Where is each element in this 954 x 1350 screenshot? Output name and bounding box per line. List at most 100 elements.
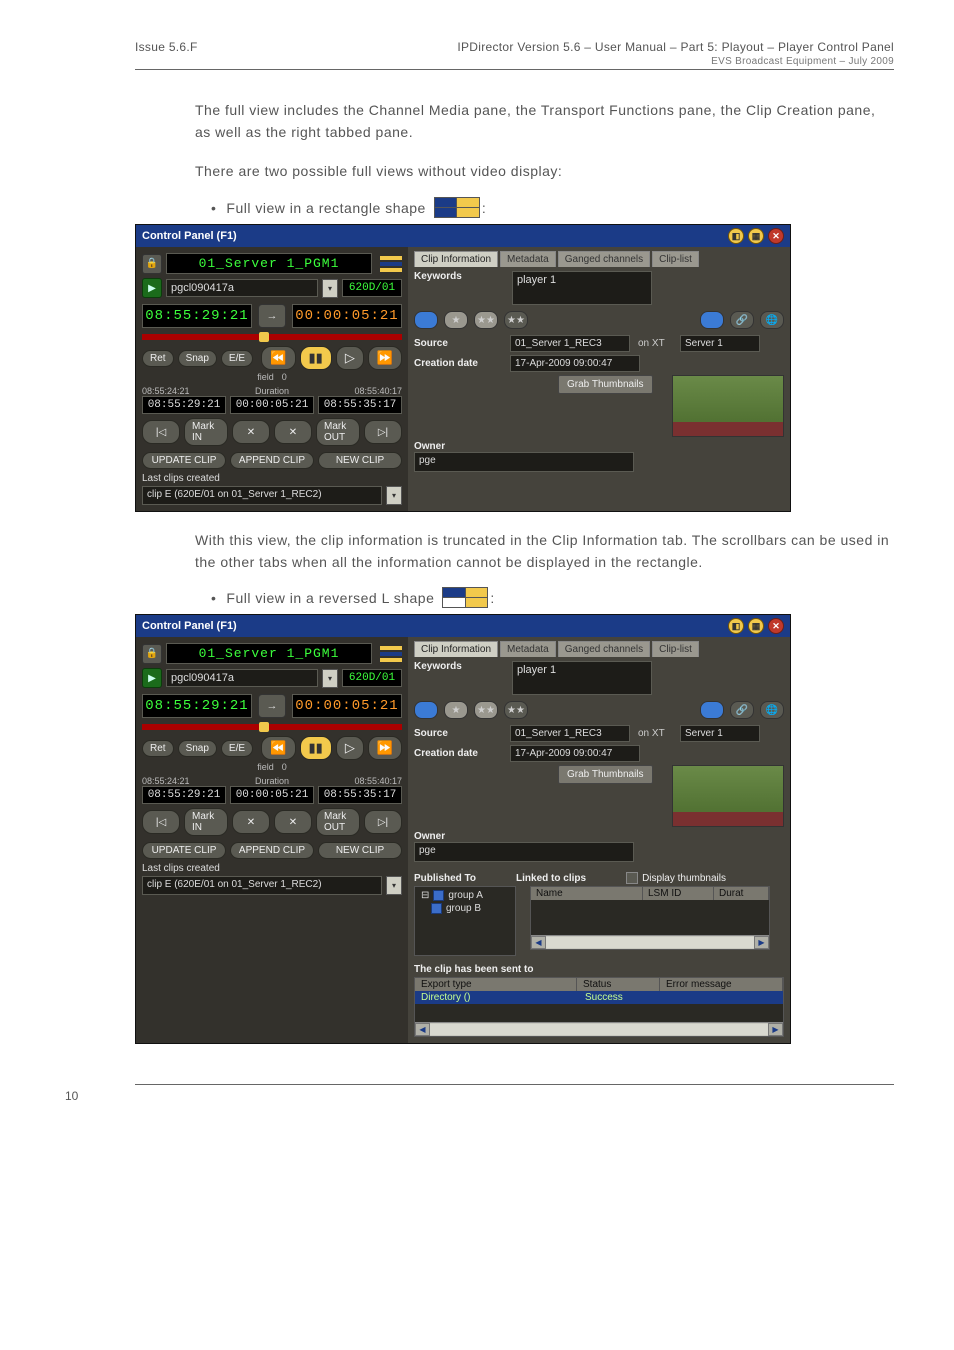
last-clip-dropdown[interactable]: ▾	[386, 486, 402, 505]
star2-icon[interactable]: ★★	[474, 701, 498, 719]
mark-out-button[interactable]: Mark OUT	[316, 808, 360, 836]
keywords-field[interactable]: player 1	[512, 271, 652, 305]
clear-out-button[interactable]: ✕	[274, 810, 312, 834]
update-clip-button[interactable]: UPDATE CLIP	[142, 452, 226, 469]
star-icon[interactable]: ★	[444, 311, 468, 329]
tab-cliplist[interactable]: Clip-list	[652, 251, 699, 267]
tab-ganged[interactable]: Ganged channels	[558, 641, 650, 657]
tab-metadata[interactable]: Metadata	[500, 641, 556, 657]
clip-type-icon[interactable]: ▶	[142, 668, 162, 688]
layout-icon-2[interactable]: ▦	[748, 228, 764, 244]
update-clip-button[interactable]: UPDATE CLIP	[142, 842, 226, 859]
ret-button[interactable]: Ret	[142, 740, 174, 757]
append-clip-button[interactable]: APPEND CLIP	[230, 452, 314, 469]
clear-out-button[interactable]: ✕	[274, 420, 312, 444]
col-lsm[interactable]: LSM ID	[643, 887, 714, 900]
tc-out-box[interactable]: 08:55:35:17	[318, 396, 402, 414]
last-clip-field[interactable]: clip E (620E/01 on 01_Server 1_REC2)	[142, 486, 382, 505]
mark-in-button[interactable]: Mark IN	[184, 418, 228, 446]
star3-icon[interactable]: ★★	[504, 311, 528, 329]
clip-name-field[interactable]: pgcl090417a	[166, 669, 318, 687]
scroll-right-icon[interactable]: ▶	[754, 936, 769, 949]
layout-bars-icon[interactable]	[380, 646, 402, 662]
goto-in-button[interactable]: |◁	[142, 420, 180, 444]
layout-icon-1[interactable]: ◧	[728, 618, 744, 634]
last-clip-dropdown[interactable]: ▾	[386, 876, 402, 895]
col-status[interactable]: Status	[577, 978, 660, 991]
tab-metadata[interactable]: Metadata	[500, 251, 556, 267]
mark-blue-icon[interactable]	[700, 311, 724, 329]
play-button[interactable]: ▷	[336, 346, 364, 370]
publish-tree[interactable]: ⊟group A group B	[414, 886, 516, 956]
last-clip-field[interactable]: clip E (620E/01 on 01_Server 1_REC2)	[142, 876, 382, 895]
tab-ganged[interactable]: Ganged channels	[558, 251, 650, 267]
goto-out-button[interactable]: ▷|	[364, 420, 402, 444]
grab-thumbnails-button[interactable]: Grab Thumbnails	[558, 375, 653, 394]
tc-in-box[interactable]: 08:55:29:21	[142, 396, 226, 414]
star2-icon[interactable]: ★★	[474, 311, 498, 329]
pause-button[interactable]: ▮▮	[300, 346, 332, 370]
link-icon[interactable]: 🔗	[730, 311, 754, 329]
display-thumbnails-checkbox[interactable]	[626, 872, 638, 884]
star-icon[interactable]: ★	[444, 701, 468, 719]
fast-forward-button[interactable]: ⏩	[368, 736, 402, 760]
play-button[interactable]: ▷	[336, 736, 364, 760]
col-export[interactable]: Export type	[415, 978, 577, 991]
tc-dur-box[interactable]: 00:00:05:21	[230, 396, 314, 414]
goto-out-button[interactable]: ▷|	[364, 810, 402, 834]
clip-name-field[interactable]: pgcl090417a	[166, 279, 318, 297]
interest-icon[interactable]	[414, 701, 438, 719]
clear-in-button[interactable]: ✕	[232, 810, 270, 834]
ee-button[interactable]: E/E	[221, 350, 253, 367]
linked-clips-table[interactable]: Name LSM ID Durat ◀ ▶	[530, 886, 770, 950]
globe-icon[interactable]: 🌐	[760, 701, 784, 719]
tc-mode-button[interactable]: →	[258, 694, 286, 718]
pause-button[interactable]: ▮▮	[300, 736, 332, 760]
tab-clip-information[interactable]: Clip Information	[414, 251, 498, 267]
new-clip-button[interactable]: NEW CLIP	[318, 452, 402, 469]
clip-type-icon[interactable]: ▶	[142, 278, 162, 298]
close-icon[interactable]: ✕	[768, 228, 784, 244]
fast-forward-button[interactable]: ⏩	[368, 346, 402, 370]
lock-icon[interactable]: 🔒	[142, 644, 162, 664]
progress-bar[interactable]	[142, 724, 402, 730]
linked-h-scrollbar[interactable]: ◀ ▶	[531, 935, 769, 949]
goto-in-button[interactable]: |◁	[142, 810, 180, 834]
sent-to-table[interactable]: Export type Status Error message Directo…	[414, 977, 784, 1037]
close-icon[interactable]: ✕	[768, 618, 784, 634]
scroll-left-icon[interactable]: ◀	[415, 1023, 430, 1036]
progress-bar[interactable]	[142, 334, 402, 340]
mark-blue-icon[interactable]	[700, 701, 724, 719]
fast-rewind-button[interactable]: ⏪	[261, 346, 295, 370]
tc-dur-box[interactable]: 00:00:05:21	[230, 786, 314, 804]
col-name[interactable]: Name	[531, 887, 643, 900]
tab-cliplist[interactable]: Clip-list	[652, 641, 699, 657]
star3-icon[interactable]: ★★	[504, 701, 528, 719]
tc-in-box[interactable]: 08:55:29:21	[142, 786, 226, 804]
interest-icon[interactable]	[414, 311, 438, 329]
snap-button[interactable]: Snap	[178, 350, 217, 367]
layout-icon-1[interactable]: ◧	[728, 228, 744, 244]
clip-dropdown[interactable]: ▾	[322, 669, 338, 688]
grab-thumbnails-button[interactable]: Grab Thumbnails	[558, 765, 653, 784]
new-clip-button[interactable]: NEW CLIP	[318, 842, 402, 859]
sent-row[interactable]: Directory () Success	[415, 991, 783, 1004]
layout-icon-2[interactable]: ▦	[748, 618, 764, 634]
tab-clip-information[interactable]: Clip Information	[414, 641, 498, 657]
ret-button[interactable]: Ret	[142, 350, 174, 367]
clear-in-button[interactable]: ✕	[232, 420, 270, 444]
snap-button[interactable]: Snap	[178, 740, 217, 757]
lock-icon[interactable]: 🔒	[142, 254, 162, 274]
append-clip-button[interactable]: APPEND CLIP	[230, 842, 314, 859]
tc-out-box[interactable]: 08:55:35:17	[318, 786, 402, 804]
mark-out-button[interactable]: Mark OUT	[316, 418, 360, 446]
col-dur[interactable]: Durat	[714, 887, 769, 900]
scroll-left-icon[interactable]: ◀	[531, 936, 546, 949]
link-icon[interactable]: 🔗	[730, 701, 754, 719]
scroll-right-icon[interactable]: ▶	[768, 1023, 783, 1036]
mark-in-button[interactable]: Mark IN	[184, 808, 228, 836]
keywords-field[interactable]: player 1	[512, 661, 652, 695]
globe-icon[interactable]: 🌐	[760, 311, 784, 329]
sent-h-scrollbar[interactable]: ◀ ▶	[415, 1022, 783, 1036]
tc-mode-button[interactable]: →	[258, 304, 286, 328]
